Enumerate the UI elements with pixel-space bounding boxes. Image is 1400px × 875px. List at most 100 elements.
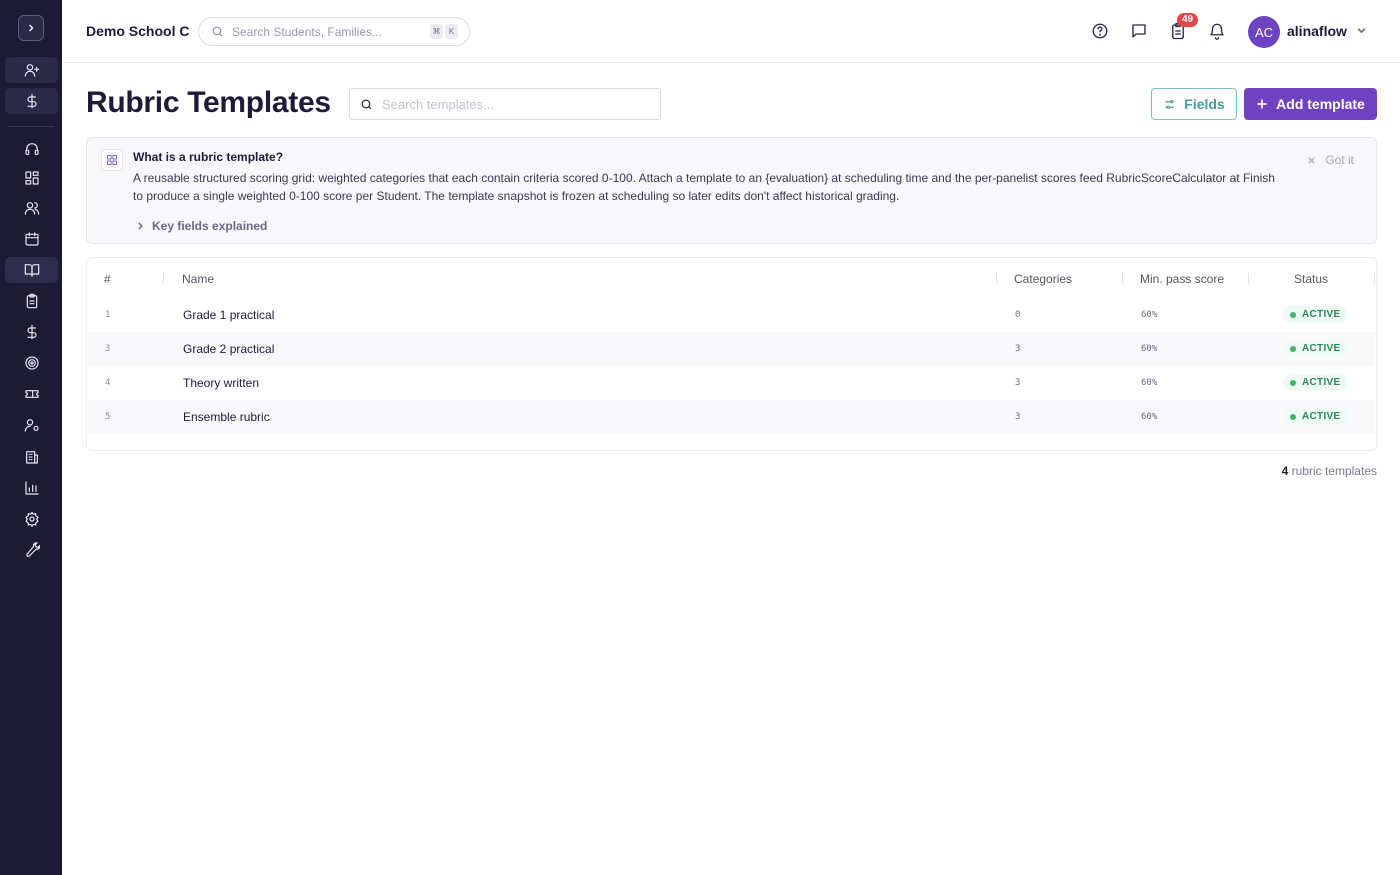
- column-header-categories[interactable]: Categories: [1014, 272, 1072, 286]
- row-number: 3: [105, 344, 111, 354]
- status-label: ACTIVE: [1302, 309, 1341, 320]
- status-label: ACTIVE: [1302, 343, 1341, 354]
- column-header-number[interactable]: #: [104, 272, 111, 286]
- clipboard-icon: [26, 293, 37, 309]
- sidebar-item-staff[interactable]: [5, 412, 58, 438]
- column-separator: [163, 273, 164, 285]
- template-count-number: 4: [1281, 464, 1289, 478]
- wrench-icon: [25, 542, 40, 557]
- sidebar-item-buildings[interactable]: [5, 444, 58, 470]
- column-separator: [1122, 273, 1123, 285]
- sidebar-item-dashboard[interactable]: [5, 165, 58, 191]
- add-template-button[interactable]: Add template: [1244, 88, 1377, 120]
- notifications-button[interactable]: [1206, 20, 1228, 42]
- row-number: 5: [105, 412, 111, 422]
- messages-button[interactable]: [1128, 20, 1150, 42]
- add-template-button-label: Add template: [1276, 96, 1365, 112]
- book-open-icon: [24, 264, 39, 277]
- status-badge: ACTIVE: [1283, 374, 1349, 391]
- user-avatar[interactable]: AC: [1248, 16, 1280, 48]
- template-search-input[interactable]: [382, 96, 642, 112]
- sidebar-item-people[interactable]: [5, 195, 58, 221]
- row-number: 1: [105, 310, 111, 320]
- column-separator: [1374, 273, 1375, 285]
- row-name[interactable]: Grade 2 practical: [183, 342, 274, 356]
- table-row[interactable]: 4 Theory written 3 60% ACTIVE: [88, 366, 1375, 400]
- sidebar-item-goals[interactable]: [5, 350, 58, 376]
- table-row[interactable]: 1 Grade 1 practical 0 60% ACTIVE: [88, 298, 1375, 332]
- page-title: Rubric Templates: [86, 86, 331, 119]
- table-row[interactable]: 3 Grade 2 practical 3 60% ACTIVE: [88, 332, 1375, 366]
- user-menu-toggle[interactable]: [1355, 24, 1368, 42]
- user-plus-icon: [24, 64, 39, 77]
- status-dot: [1290, 413, 1296, 420]
- ticket-icon: [24, 390, 39, 398]
- gear-icon: [24, 511, 39, 527]
- row-name[interactable]: Theory written: [183, 376, 259, 390]
- column-header-status[interactable]: Status: [1294, 272, 1328, 286]
- row-name[interactable]: Ensemble rubric: [183, 410, 270, 424]
- sidebar-item-calendar[interactable]: [5, 226, 58, 252]
- sidebar-item-curriculum[interactable]: [5, 257, 58, 283]
- sidebar-item-finance[interactable]: [5, 319, 58, 345]
- row-min-pass-score: 60%: [1141, 310, 1158, 320]
- global-search-input[interactable]: [232, 24, 422, 39]
- status-dot: [1290, 379, 1296, 386]
- sidebar-item-tools[interactable]: [5, 537, 58, 563]
- shortcut-key-k: K: [445, 24, 458, 39]
- sidebar-item-settings[interactable]: [5, 506, 58, 532]
- key-fields-toggle[interactable]: Key fields explained: [135, 219, 267, 233]
- users-icon: [24, 202, 39, 215]
- row-name[interactable]: Grade 1 practical: [183, 308, 274, 322]
- building-icon: [25, 451, 38, 464]
- info-callout: What is a rubric template? A reusable st…: [86, 137, 1377, 244]
- column-separator: [996, 273, 997, 285]
- top-bar: Demo School C ⌘ K 49 AC alinaflow: [62, 0, 1400, 63]
- key-fields-label: Key fields explained: [152, 219, 268, 233]
- tasks-button[interactable]: 49: [1167, 13, 1199, 42]
- sidebar-item-support[interactable]: [5, 136, 58, 162]
- fields-button-label: Fields: [1184, 96, 1225, 112]
- rubric-templates-table: # Name Categories Min. pass score Status…: [86, 257, 1377, 451]
- column-header-name[interactable]: Name: [182, 272, 214, 286]
- status-badge: ACTIVE: [1283, 306, 1349, 323]
- dismiss-callout-button[interactable]: Got it: [1307, 153, 1354, 167]
- sidebar-item-assignments[interactable]: [5, 288, 58, 314]
- global-search[interactable]: ⌘ K: [198, 17, 470, 46]
- chevron-right-icon: [28, 24, 34, 32]
- row-categories: 3: [1015, 344, 1021, 354]
- help-circle-icon: [1092, 23, 1108, 39]
- sidebar-divider: [8, 126, 54, 127]
- sidebar-item-reports[interactable]: [5, 475, 58, 501]
- help-button[interactable]: [1089, 20, 1111, 42]
- close-icon: [1308, 156, 1316, 164]
- status-dot: [1290, 311, 1296, 318]
- bar-chart-icon: [24, 481, 39, 495]
- fields-button[interactable]: Fields: [1151, 88, 1237, 120]
- template-count: 4 rubric templates: [1282, 464, 1377, 478]
- dollar-icon: [26, 93, 37, 109]
- user-name[interactable]: alinaflow: [1287, 23, 1347, 39]
- dollar-icon: [26, 324, 37, 340]
- row-categories: 0: [1015, 310, 1021, 320]
- status-dot: [1290, 345, 1296, 352]
- message-square-icon: [1132, 24, 1146, 38]
- sidebar-expand-button[interactable]: [18, 15, 44, 41]
- target-icon: [24, 356, 39, 370]
- chevron-right-icon: [138, 222, 143, 230]
- bell-icon: [1210, 23, 1224, 40]
- sidebar-item-add-user[interactable]: [5, 57, 58, 83]
- school-name[interactable]: Demo School C: [86, 23, 189, 39]
- sliders-icon: [1165, 99, 1175, 109]
- row-min-pass-score: 60%: [1141, 344, 1158, 354]
- table-row[interactable]: 5 Ensemble rubric 3 60% ACTIVE: [88, 400, 1375, 434]
- dismiss-label: Got it: [1325, 153, 1354, 167]
- sidebar-item-tickets[interactable]: [5, 381, 58, 407]
- template-search[interactable]: [349, 88, 661, 120]
- status-label: ACTIVE: [1302, 411, 1341, 422]
- column-header-min-pass-score[interactable]: Min. pass score: [1140, 272, 1224, 286]
- chevron-down-icon: [1357, 28, 1366, 34]
- sidebar-item-billing[interactable]: [5, 88, 58, 114]
- column-separator: [1248, 273, 1249, 285]
- callout-body: A reusable structured scoring grid: weig…: [133, 171, 1275, 203]
